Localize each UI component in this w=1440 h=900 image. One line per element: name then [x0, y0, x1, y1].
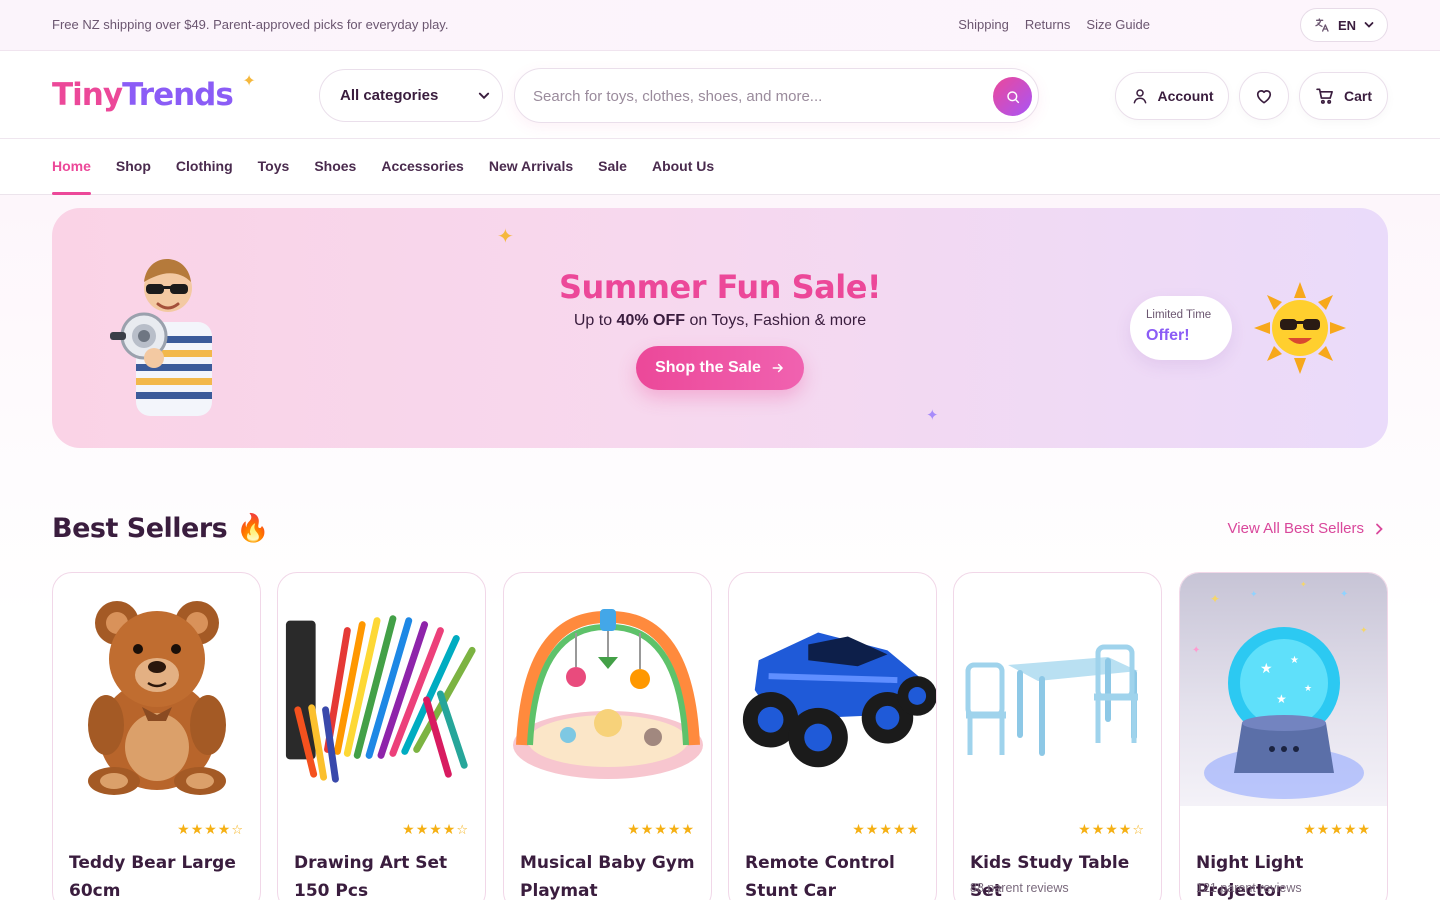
sparkle-icon: ✦ [497, 226, 514, 248]
product-card[interactable]: ★★★★☆ Teddy Bear Large 60cm [52, 572, 261, 900]
sun-sunglasses-image [1254, 282, 1346, 374]
chevron-right-icon [1376, 523, 1383, 534]
top-bar: Free NZ shipping over $49. Parent-approv… [0, 0, 1440, 51]
hero-banner: ✦ ✦ Summer Fun Sale! Up to 40% OFF on To… [52, 208, 1388, 448]
promo-text: Free NZ shipping over $49. Parent-approv… [52, 17, 449, 32]
sparkle-icon: ✦ [926, 407, 939, 424]
logo-part2: Trends [122, 77, 234, 113]
hero-subtitle-post: on Toys, Fashion & more [689, 312, 867, 329]
sparkle-icon: ✦ [242, 71, 255, 90]
night-light-projector-image: ✦ ✦ ✦ ✦ ✦ ✦ ★ ★ ★ ★ [1192, 580, 1368, 799]
product-image [504, 573, 711, 806]
nav-item-toys[interactable]: Toys [258, 158, 290, 174]
svg-text:★: ★ [1290, 655, 1299, 666]
svg-text:✦: ✦ [1360, 625, 1368, 635]
svg-text:✦: ✦ [1250, 589, 1258, 599]
size-guide-link[interactable]: Size Guide [1086, 17, 1150, 32]
product-image [729, 573, 936, 806]
product-card[interactable]: ★★★★☆ Drawing Art Set 150 Pcs [277, 572, 486, 900]
account-button[interactable]: Account [1115, 72, 1229, 120]
hero-subtitle-pre: Up to [573, 312, 613, 329]
category-select-value: All categories [340, 87, 439, 104]
rating-stars: ★★★★☆ [1078, 821, 1145, 837]
product-card[interactable]: ★★★★★ Musical Baby Gym Playmat [503, 572, 712, 900]
translate-icon [1315, 18, 1329, 32]
rc-car-image [742, 632, 936, 767]
rating-stars: ★★★★☆ [402, 821, 469, 837]
cart-icon [1316, 88, 1333, 104]
badge-line2: Offer! [1146, 327, 1190, 344]
study-table-image [965, 644, 1138, 756]
product-image [278, 573, 485, 806]
site-header: TinyTrends ✦ All categories Account Cart [0, 51, 1440, 139]
svg-text:★: ★ [1276, 692, 1287, 706]
account-label: Account [1157, 88, 1214, 104]
search-icon [1006, 90, 1019, 103]
review-count: 88 parent reviews [970, 881, 1069, 895]
product-name[interactable]: Musical Baby Gym Playmat [520, 849, 698, 900]
cart-button[interactable]: Cart [1299, 72, 1388, 120]
wishlist-button[interactable] [1239, 72, 1289, 120]
user-icon [1133, 89, 1146, 104]
language-label: EN [1337, 17, 1357, 33]
main-nav: Home Shop Clothing Toys Shoes Accessorie… [0, 139, 1440, 195]
baby-gym-image [512, 608, 703, 779]
product-name[interactable]: Teddy Bear Large 60cm [69, 849, 247, 900]
view-all-label: View All Best Sellers [1227, 520, 1364, 537]
search-box [514, 68, 1039, 123]
view-all-best-sellers-link[interactable]: View All Best Sellers [1228, 520, 1384, 537]
hero-discount: 40% OFF [616, 312, 686, 329]
logo[interactable]: TinyTrends ✦ [52, 71, 256, 113]
rating-stars: ★★★★★ [627, 821, 695, 837]
rating-stars: ★★★★★ [852, 821, 920, 837]
nav-item-about-us[interactable]: About Us [652, 158, 714, 174]
nav-item-clothing[interactable]: Clothing [176, 158, 233, 174]
limited-offer-badge: Limited Time Offer! [1130, 296, 1232, 360]
nav-item-sale[interactable]: Sale [598, 158, 627, 174]
svg-text:✦: ✦ [1340, 589, 1348, 600]
heart-icon [1256, 90, 1272, 104]
category-select[interactable]: All categories [319, 69, 503, 122]
product-card[interactable]: ✦ ✦ ✦ ✦ ✦ ✦ ★ ★ ★ ★ ★★★★★ Night Light Pr… [1179, 572, 1388, 900]
teddy-bear-image [87, 600, 226, 795]
search-input[interactable] [533, 84, 973, 108]
nav-item-accessories[interactable]: Accessories [381, 158, 464, 174]
search-button[interactable] [993, 77, 1032, 116]
svg-text:✦: ✦ [1300, 580, 1307, 589]
rating-stars: ★★★★☆ [177, 821, 244, 837]
product-image [954, 573, 1161, 806]
shipping-link[interactable]: Shipping [958, 17, 1009, 32]
nav-item-home[interactable]: Home [52, 158, 91, 195]
product-grid: ★★★★☆ Teddy Bear Large 60cm ★★★★☆ Drawin… [52, 572, 1388, 900]
product-image: ✦ ✦ ✦ ✦ ✦ ✦ ★ ★ ★ ★ [1180, 573, 1387, 806]
art-set-image [285, 614, 476, 783]
cart-label: Cart [1343, 88, 1372, 104]
returns-link[interactable]: Returns [1025, 17, 1071, 32]
top-links: Shipping Returns Size Guide [958, 17, 1150, 32]
product-name[interactable]: Remote Control Stunt Car [745, 849, 923, 900]
nav-item-shoes[interactable]: Shoes [314, 158, 356, 174]
svg-text:✦: ✦ [1210, 592, 1220, 606]
shop-sale-label: Shop the Sale [655, 359, 761, 376]
nav-item-shop[interactable]: Shop [116, 158, 151, 174]
rating-stars: ★★★★★ [1303, 821, 1371, 837]
product-name[interactable]: Drawing Art Set 150 Pcs [294, 849, 472, 900]
nav-item-new-arrivals[interactable]: New Arrivals [489, 158, 573, 174]
shop-sale-button[interactable]: Shop the Sale [636, 346, 804, 390]
best-sellers-title: Best Sellers 🔥 [52, 513, 270, 544]
chevron-down-icon [1364, 22, 1374, 28]
arrow-right-icon [772, 363, 783, 373]
product-image [53, 573, 260, 806]
badge-line1: Limited Time [1146, 309, 1212, 321]
language-selector[interactable]: EN [1300, 8, 1388, 42]
svg-text:★: ★ [1260, 660, 1273, 676]
logo-part1: Tiny [52, 77, 123, 113]
product-card[interactable]: ★★★★☆ Kids Study Table Set 88 parent rev… [953, 572, 1162, 900]
review-count: 121 parent reviews [1196, 881, 1302, 895]
svg-text:✦: ✦ [1192, 645, 1200, 656]
chevron-down-icon [478, 92, 490, 99]
product-card[interactable]: ★★★★★ Remote Control Stunt Car [728, 572, 937, 900]
svg-text:★: ★ [1304, 683, 1312, 693]
